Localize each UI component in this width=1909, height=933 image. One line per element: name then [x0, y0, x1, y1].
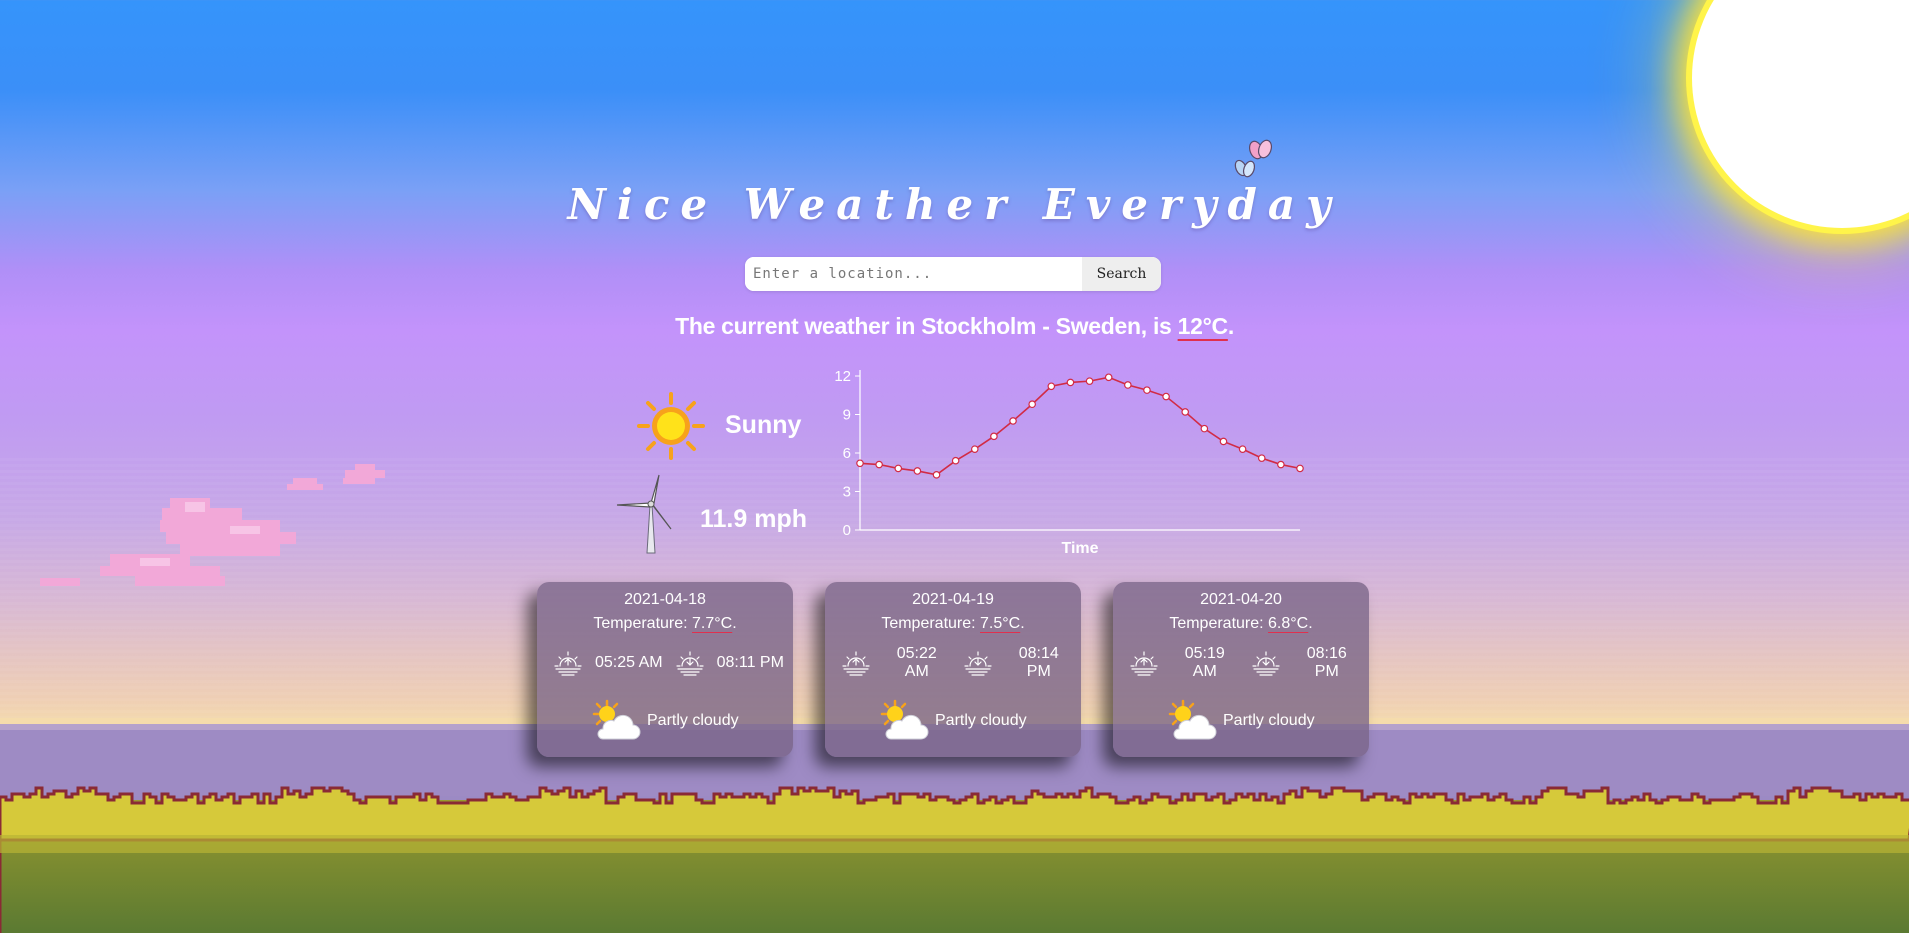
partly-cloudy-icon	[1168, 699, 1217, 740]
forecast-temperature-suffix: .	[732, 615, 737, 632]
forecast-sun-times: 05:25 AM 08:11 PM	[553, 647, 785, 679]
data-point	[1257, 454, 1266, 462]
y-tick-label: 0	[843, 522, 851, 539]
sunset-time: 08:11 PM	[716, 654, 784, 671]
y-tick-label: 6	[843, 445, 851, 462]
forecast-date: 2021-04-19	[912, 591, 994, 608]
search-button[interactable]: Search	[1082, 257, 1161, 291]
wind-turbine-icon	[616, 474, 672, 554]
temperature-chart: 0 3 6 9 12 Time	[834, 368, 1304, 557]
forecast-condition: Partly cloudy	[877, 699, 1027, 743]
forecast-condition-text: Partly cloudy	[1223, 712, 1315, 729]
forecast-date: 2021-04-18	[624, 591, 706, 608]
sunrise-icon	[1130, 651, 1158, 676]
sunset-icon	[963, 651, 992, 676]
data-point	[875, 460, 883, 469]
chart-series	[856, 373, 1304, 479]
pixel-grass-ground	[0, 786, 1909, 933]
forecast-temperature-label: Temperature:	[593, 615, 693, 632]
data-point	[1085, 377, 1094, 385]
data-point	[894, 464, 903, 473]
data-point	[856, 459, 864, 468]
sunrise-time: 05:25 AM	[595, 654, 663, 671]
sunset-icon	[676, 651, 704, 676]
series-line	[859, 376, 1301, 476]
sun-icon	[637, 392, 705, 460]
forecast-temperature: 7.5°C	[980, 615, 1021, 632]
y-tick-label: 3	[843, 484, 851, 501]
forecast-temperature-label: Temperature:	[881, 615, 981, 632]
data-point	[1143, 386, 1151, 394]
forecast-condition: Partly cloudy	[1165, 699, 1315, 743]
data-point	[1219, 437, 1228, 446]
data-point	[1104, 373, 1113, 382]
forecast-condition-text: Partly cloudy	[647, 712, 739, 729]
data-point	[1277, 460, 1285, 469]
partly-cloudy-icon	[592, 699, 641, 740]
data-point	[1181, 408, 1190, 416]
x-axis-label: Time	[1061, 540, 1098, 557]
forecast-card: 2021-04-18 Temperature: 7.7°C. 05:25 AM …	[537, 582, 793, 757]
forecast-card: 2021-04-19 Temperature: 7.5°C. 05:22 AM …	[825, 582, 1081, 757]
forecast-temperature-suffix: .	[1308, 615, 1313, 632]
forecast-card: 2021-04-20 Temperature: 6.8°C. 05:19 AM …	[1113, 582, 1369, 757]
y-tick-label: 9	[843, 407, 851, 424]
wind-speed: 11.9 mph	[700, 505, 807, 533]
forecast-condition: Partly cloudy	[589, 699, 739, 743]
forecast-temperature-line: Temperature: 6.8°C.	[1113, 615, 1369, 633]
pixel-cloud-small	[287, 464, 385, 490]
current-temperature: 12°C	[1177, 313, 1229, 339]
sunset-time: 08:14 PM	[1018, 645, 1059, 680]
partly-cloudy-icon	[880, 699, 929, 740]
forecast-date: 2021-04-20	[1200, 591, 1282, 608]
chart-axes: 0 3 6 9 12 Time	[834, 368, 1300, 557]
forecast-temperature-line: Temperature: 7.7°C.	[537, 615, 793, 633]
forecast-sun-times: 05:22 AM 08:14 PM	[841, 645, 1073, 680]
search-bar: Search	[745, 257, 1161, 291]
current-condition: Sunny	[725, 411, 802, 439]
sunset-time: 08:16 PM	[1306, 645, 1347, 680]
sunrise-time: 05:22 AM	[896, 645, 937, 680]
data-point	[913, 467, 922, 475]
data-point	[1066, 378, 1075, 387]
forecast-temperature: 6.8°C	[1268, 615, 1309, 632]
data-point	[970, 445, 979, 453]
data-point	[990, 432, 998, 441]
butterfly-icon	[1234, 139, 1273, 178]
data-point	[1162, 392, 1170, 401]
sunrise-icon	[554, 651, 582, 676]
data-point	[1028, 400, 1036, 409]
y-tick-label: 12	[834, 368, 851, 385]
sunrise-time: 05:19 AM	[1184, 645, 1225, 680]
data-point	[1047, 382, 1056, 391]
sunset-icon	[1251, 651, 1280, 676]
data-point	[1009, 417, 1017, 425]
forecast-temperature-label: Temperature:	[1169, 615, 1269, 632]
data-point	[932, 471, 941, 479]
current-weather-summary: The current weather in Stockholm - Swede…	[0, 313, 1909, 340]
data-point	[1296, 464, 1304, 473]
pixel-cloud-large	[40, 498, 296, 586]
forecast-sun-times: 05:19 AM 08:16 PM	[1129, 645, 1361, 680]
forecast-temperature: 7.7°C	[692, 615, 733, 632]
search-input[interactable]	[745, 257, 1082, 291]
forecast-temperature-suffix: .	[1020, 615, 1025, 632]
current-weather-prefix: The current weather in Stockholm - Swede…	[675, 313, 1178, 339]
sunrise-icon	[842, 651, 870, 676]
forecast-condition-text: Partly cloudy	[935, 712, 1027, 729]
current-weather-suffix: .	[1227, 313, 1234, 339]
forecast-temperature-line: Temperature: 7.5°C.	[825, 615, 1081, 633]
data-point	[1124, 381, 1132, 389]
app-title: Nice Weather Everyday	[567, 180, 1342, 229]
data-point	[1200, 424, 1209, 433]
data-point	[1238, 445, 1247, 453]
data-point	[951, 456, 960, 465]
